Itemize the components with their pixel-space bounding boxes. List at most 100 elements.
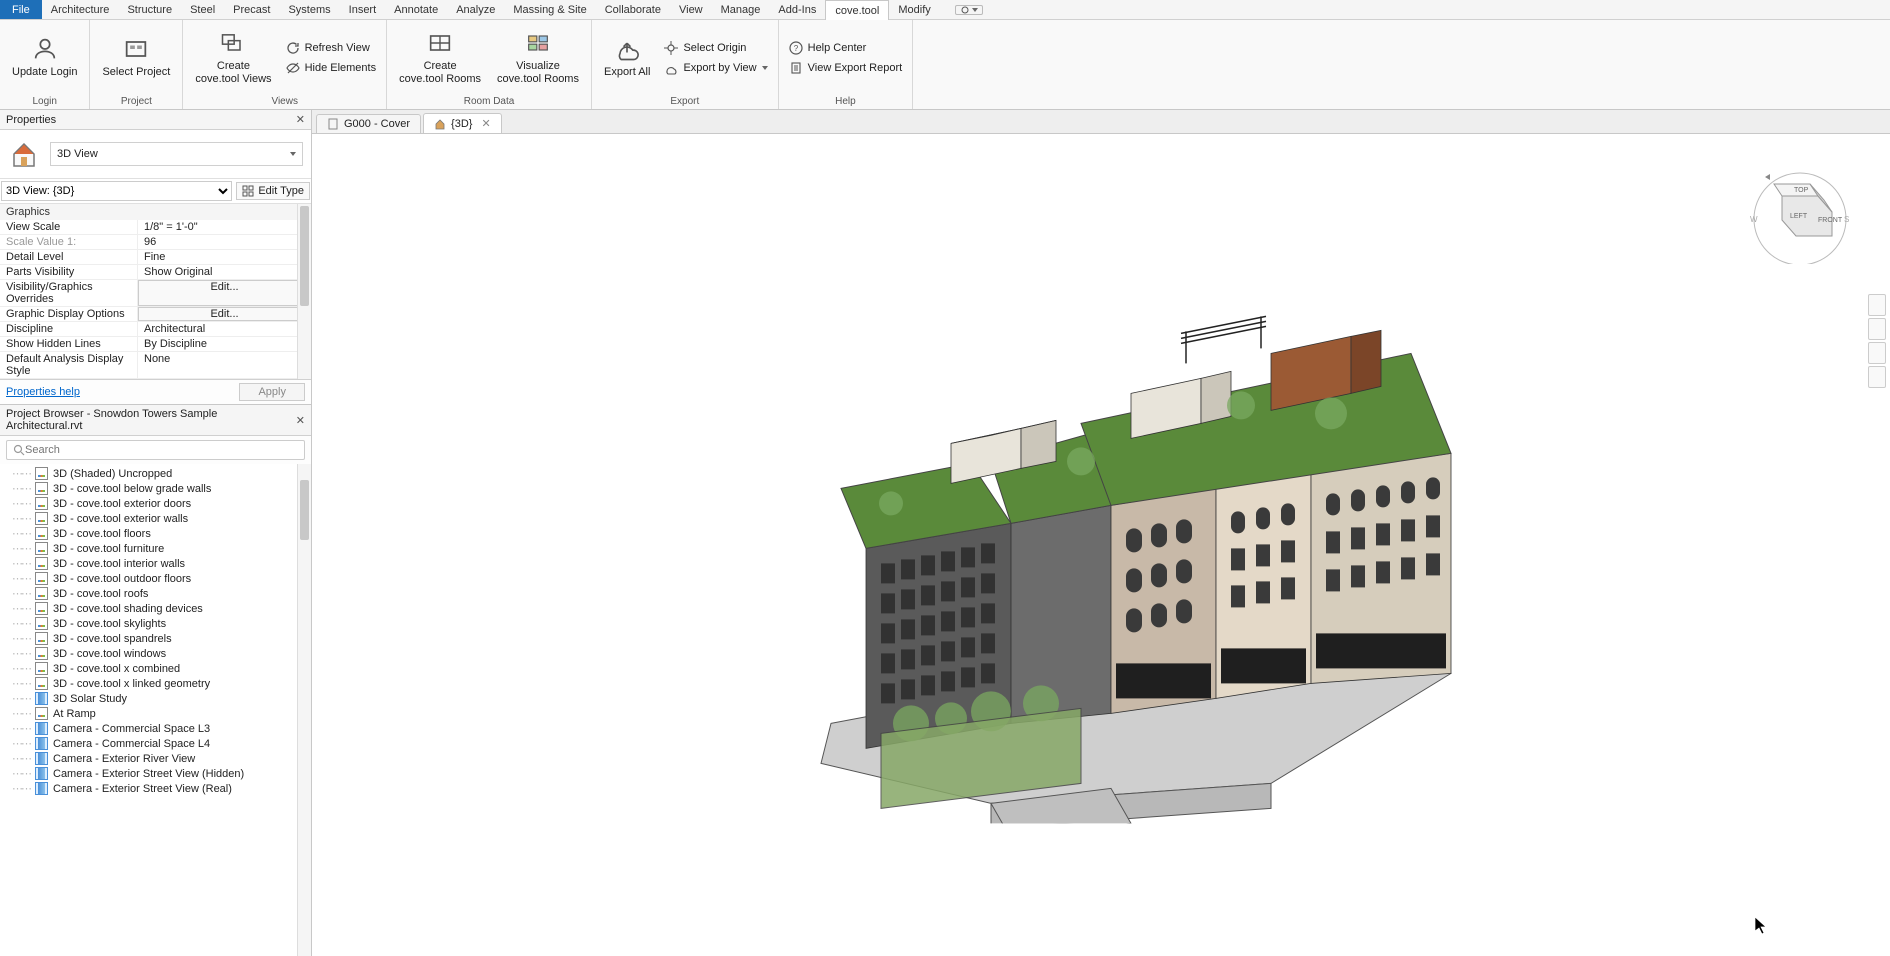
property-section-graphics[interactable]: Graphics ⌃ <box>0 204 311 220</box>
nav-toolbar <box>1868 294 1888 388</box>
tree-item[interactable]: ⋯⋯3D - cove.tool shading devices <box>0 601 311 616</box>
menu-covetool[interactable]: cove.tool <box>825 0 889 20</box>
update-login-label: Update Login <box>12 66 77 79</box>
tree-item[interactable]: ⋯⋯Camera - Exterior River View <box>0 751 311 766</box>
tree-item[interactable]: ⋯⋯3D Solar Study <box>0 691 311 706</box>
property-value[interactable]: Fine <box>138 250 311 264</box>
scrollbar-thumb[interactable] <box>300 206 309 306</box>
property-edit-button[interactable]: Edit... <box>138 307 311 321</box>
property-row[interactable]: DisciplineArchitectural <box>0 322 311 337</box>
create-views-button[interactable]: Create cove.tool Views <box>189 27 277 88</box>
property-row[interactable]: Graphic Display OptionsEdit... <box>0 307 311 322</box>
menu-massing-site[interactable]: Massing & Site <box>504 0 595 19</box>
browser-scrollbar[interactable] <box>297 464 311 956</box>
property-row[interactable]: Show Hidden LinesBy Discipline <box>0 337 311 352</box>
tree-item[interactable]: ⋯⋯Camera - Exterior Street View (Real) <box>0 781 311 796</box>
tree-item[interactable]: ⋯⋯3D - cove.tool exterior doors <box>0 496 311 511</box>
tree-item[interactable]: ⋯⋯3D - cove.tool windows <box>0 646 311 661</box>
tab-3d[interactable]: {3D} ✕ <box>423 113 502 133</box>
view-report-label: View Export Report <box>808 62 903 74</box>
browser-search[interactable] <box>6 440 305 460</box>
view-icon <box>35 602 48 615</box>
hide-elements-button[interactable]: Hide Elements <box>282 59 381 77</box>
tree-item[interactable]: ⋯⋯3D - cove.tool furniture <box>0 541 311 556</box>
instance-selector[interactable]: 3D View: {3D} <box>1 181 232 201</box>
properties-close-button[interactable]: ✕ <box>296 113 305 126</box>
apply-button[interactable]: Apply <box>239 383 305 401</box>
property-value[interactable]: 96 <box>138 235 311 249</box>
menu-view[interactable]: View <box>670 0 712 19</box>
property-key: Scale Value 1: <box>0 235 138 249</box>
menu-systems[interactable]: Systems <box>279 0 339 19</box>
menu-insert[interactable]: Insert <box>340 0 386 19</box>
export-by-view-button[interactable]: Export by View <box>660 59 771 77</box>
scrollbar-thumb[interactable] <box>300 480 309 540</box>
property-value[interactable]: By Discipline <box>138 337 311 351</box>
property-edit-button[interactable]: Edit... <box>138 280 311 306</box>
menu-collaborate[interactable]: Collaborate <box>596 0 670 19</box>
nav-wheel-button[interactable] <box>1868 294 1886 316</box>
tab-close-button[interactable]: ✕ <box>481 117 490 130</box>
tree-item[interactable]: ⋯⋯At Ramp <box>0 706 311 721</box>
tree-item[interactable]: ⋯⋯3D - cove.tool exterior walls <box>0 511 311 526</box>
update-login-button[interactable]: Update Login <box>6 33 83 81</box>
refresh-view-button[interactable]: Refresh View <box>282 39 381 57</box>
menu-manage[interactable]: Manage <box>712 0 770 19</box>
nav-orbit-button[interactable] <box>1868 366 1886 388</box>
edit-type-button[interactable]: Edit Type <box>236 182 310 200</box>
property-row[interactable]: Default Analysis Display StyleNone <box>0 352 311 379</box>
menu-playback-dropdown[interactable] <box>940 0 992 19</box>
tree-item[interactable]: ⋯⋯Camera - Commercial Space L4 <box>0 736 311 751</box>
tree-item-label: Camera - Exterior Street View (Real) <box>53 783 232 795</box>
view-type-selector[interactable]: 3D View <box>50 142 303 166</box>
property-key: Show Hidden Lines <box>0 337 138 351</box>
property-value[interactable]: None <box>138 352 311 378</box>
export-all-button[interactable]: Export All <box>598 33 656 81</box>
tree-item[interactable]: ⋯⋯Camera - Exterior Street View (Hidden) <box>0 766 311 781</box>
menu-annotate[interactable]: Annotate <box>385 0 447 19</box>
property-value[interactable]: Show Original <box>138 265 311 279</box>
menu-analyze[interactable]: Analyze <box>447 0 504 19</box>
menu-file[interactable]: File <box>0 0 42 19</box>
menu-precast[interactable]: Precast <box>224 0 279 19</box>
create-rooms-button[interactable]: Create cove.tool Rooms <box>393 27 487 88</box>
property-value[interactable]: Architectural <box>138 322 311 336</box>
view-report-button[interactable]: View Export Report <box>785 59 907 77</box>
tree-item[interactable]: ⋯⋯3D - cove.tool x combined <box>0 661 311 676</box>
tree-item-label: 3D - cove.tool exterior doors <box>53 498 191 510</box>
select-origin-button[interactable]: Select Origin <box>660 39 771 57</box>
tree-item[interactable]: ⋯⋯3D - cove.tool skylights <box>0 616 311 631</box>
properties-help-link[interactable]: Properties help <box>6 386 80 398</box>
menu-structure[interactable]: Structure <box>118 0 181 19</box>
menu-modify[interactable]: Modify <box>889 0 939 19</box>
viewcube[interactable]: TOP LEFT FRONT W S <box>1740 164 1860 264</box>
properties-scrollbar[interactable] <box>297 204 311 379</box>
tree-item[interactable]: ⋯⋯3D - cove.tool floors <box>0 526 311 541</box>
tree-item[interactable]: ⋯⋯3D - cove.tool interior walls <box>0 556 311 571</box>
tab-cover[interactable]: G000 - Cover <box>316 114 421 133</box>
nav-zoom-button[interactable] <box>1868 342 1886 364</box>
tree-item[interactable]: ⋯⋯3D - cove.tool spandrels <box>0 631 311 646</box>
property-row[interactable]: View Scale1/8" = 1'-0" <box>0 220 311 235</box>
menu-architecture[interactable]: Architecture <box>42 0 119 19</box>
search-input[interactable] <box>25 444 298 456</box>
visualize-rooms-button[interactable]: Visualize cove.tool Rooms <box>491 27 585 88</box>
tree-item[interactable]: ⋯⋯3D - cove.tool outdoor floors <box>0 571 311 586</box>
nav-pan-button[interactable] <box>1868 318 1886 340</box>
tree-item[interactable]: ⋯⋯3D - cove.tool roofs <box>0 586 311 601</box>
property-value[interactable]: 1/8" = 1'-0" <box>138 220 311 234</box>
menu-addins[interactable]: Add-Ins <box>769 0 825 19</box>
tree-item[interactable]: ⋯⋯3D (Shaded) Uncropped <box>0 466 311 481</box>
select-project-button[interactable]: Select Project <box>96 33 176 81</box>
property-row[interactable]: Detail LevelFine <box>0 250 311 265</box>
canvas[interactable]: TOP LEFT FRONT W S <box>312 134 1890 956</box>
property-row[interactable]: Scale Value 1:96 <box>0 235 311 250</box>
tree-item[interactable]: ⋯⋯Camera - Commercial Space L3 <box>0 721 311 736</box>
help-center-button[interactable]: ? Help Center <box>785 39 907 57</box>
menu-steel[interactable]: Steel <box>181 0 224 19</box>
tree-item[interactable]: ⋯⋯3D - cove.tool below grade walls <box>0 481 311 496</box>
property-row[interactable]: Parts VisibilityShow Original <box>0 265 311 280</box>
tree-item[interactable]: ⋯⋯3D - cove.tool x linked geometry <box>0 676 311 691</box>
property-row[interactable]: Visibility/Graphics OverridesEdit... <box>0 280 311 307</box>
browser-close-button[interactable]: ✕ <box>296 414 305 427</box>
